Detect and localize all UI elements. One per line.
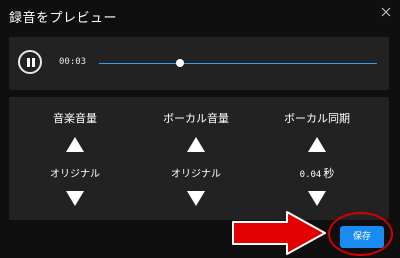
vocal-sync-up-icon[interactable] [308,137,326,152]
playback-time: 00:03 [59,57,87,67]
music-volume-up-icon[interactable] [66,137,84,152]
highlight-circle-annotation [328,212,393,256]
progress-thumb[interactable] [175,59,184,67]
close-button[interactable] [378,4,394,20]
red-arrow-annotation-icon [232,211,326,255]
preview-recording-dialog: 録音をプレビュー 00:03 音楽音量 オリジナル ボーカル音量 オリジナル ボ… [0,0,400,258]
music-volume-down-icon[interactable] [66,191,84,206]
vocal-volume-down-icon[interactable] [187,191,205,206]
dialog-title: 録音をプレビュー [9,11,118,26]
music-volume-value: オリジナル [50,169,100,180]
vocal-sync-unit: 秒 [323,167,335,180]
vocal-volume-value: オリジナル [171,169,221,180]
vocal-sync-label: ボーカル同期 [284,112,350,125]
pause-button[interactable] [18,50,42,74]
audio-player: 00:03 [9,37,389,90]
vocal-sync-control: ボーカル同期 0.04 秒 [257,97,377,220]
vocal-volume-control: ボーカル音量 オリジナル [136,97,256,220]
progress-track[interactable] [99,63,377,64]
music-volume-label: 音楽音量 [53,112,97,125]
vocal-volume-up-icon[interactable] [187,137,205,152]
pause-icon [27,58,30,67]
music-volume-control: 音楽音量 オリジナル [15,97,135,220]
close-icon [381,7,391,17]
vocal-volume-label: ボーカル音量 [163,112,229,125]
vocal-sync-down-icon[interactable] [308,191,326,206]
adjustment-panel: 音楽音量 オリジナル ボーカル音量 オリジナル ボーカル同期 0.04 秒 [9,97,389,220]
vocal-sync-value: 0.04 秒 [299,167,335,180]
